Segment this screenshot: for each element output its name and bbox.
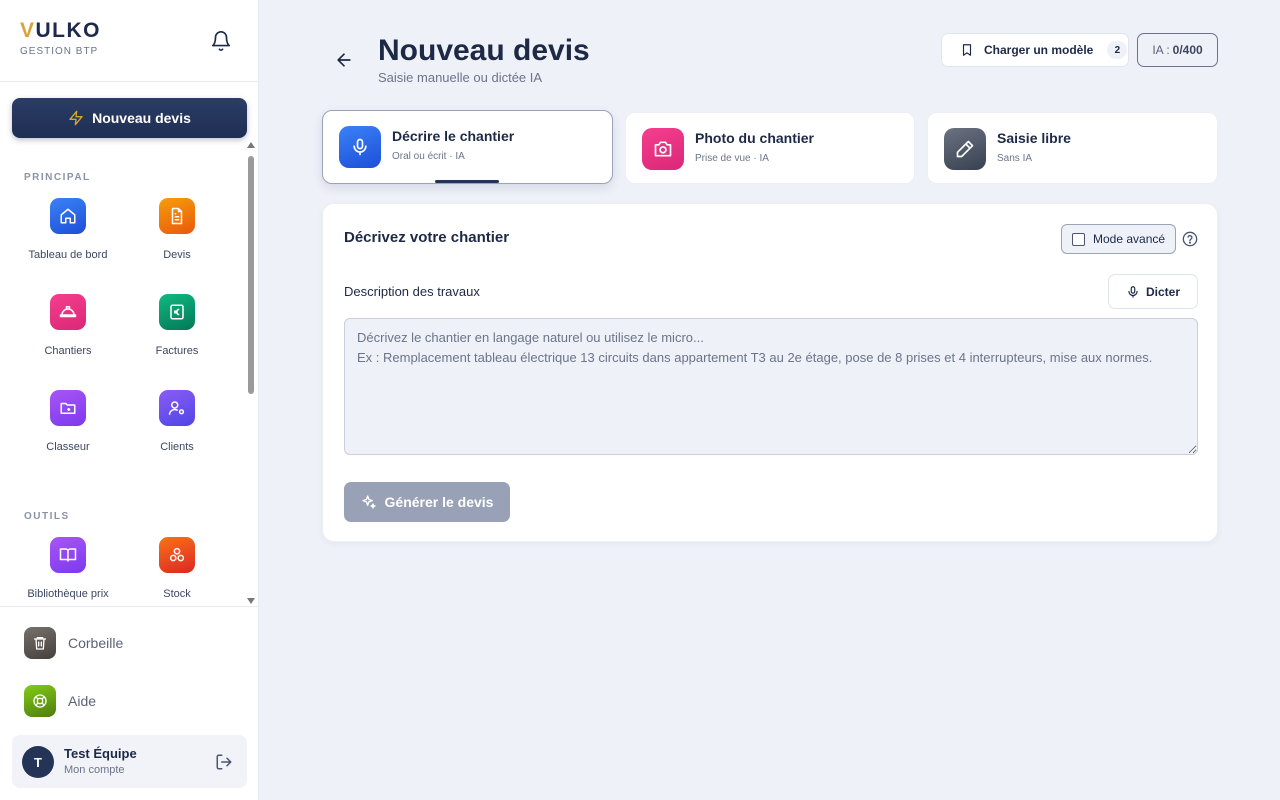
lifebuoy-icon xyxy=(24,685,56,717)
sidebar-item-corbeille[interactable]: Corbeille xyxy=(24,627,123,659)
mode-title: Saisie libre xyxy=(997,130,1071,146)
sidebar-item-label: Bibliothèque prix xyxy=(27,588,109,600)
account-card[interactable]: T Test Équipe Mon compte xyxy=(12,735,247,788)
description-label: Description des travaux xyxy=(344,284,480,299)
advanced-mode-label: Mode avancé xyxy=(1093,232,1166,246)
ia-quota-prefix: IA : xyxy=(1152,43,1170,57)
ia-quota-value: 0/400 xyxy=(1172,43,1203,57)
ia-quota-badge: IA :0/400 xyxy=(1137,33,1218,67)
sidebar-item-dashboard[interactable]: Tableau de bord xyxy=(13,198,123,261)
avatar: T xyxy=(22,746,54,778)
sidebar-item-devis[interactable]: Devis xyxy=(122,198,232,261)
page-subtitle: Saisie manuelle ou dictée IA xyxy=(378,70,543,85)
sidebar-item-label: Devis xyxy=(163,249,191,261)
sidebar-item-label: Stock xyxy=(163,588,191,600)
brand-subtitle: GESTION BTP xyxy=(20,46,99,57)
bell-icon[interactable] xyxy=(210,30,232,52)
home-icon xyxy=(50,198,86,234)
mode-subtitle: Sans IA xyxy=(997,153,1033,164)
scrollbar-thumb[interactable] xyxy=(248,156,254,394)
sparkles-icon xyxy=(361,495,376,509)
brand[interactable]: VULKO GESTION BTP xyxy=(20,19,102,58)
sidebar-item-clients[interactable]: Clients xyxy=(122,390,232,453)
mode-title: Photo du chantier xyxy=(695,130,814,146)
sidebar-item-label: Classeur xyxy=(46,441,90,453)
scroll-down-arrow-icon[interactable] xyxy=(247,598,255,604)
advanced-mode-checkbox[interactable] xyxy=(1072,232,1085,246)
trash-icon xyxy=(24,627,56,659)
scroll-up-arrow-icon[interactable] xyxy=(247,142,255,148)
pencil-icon xyxy=(944,128,986,170)
sidebar-item-chantiers[interactable]: Chantiers xyxy=(13,294,123,357)
user-settings-icon xyxy=(159,390,195,426)
sidebar-item-stock[interactable]: Stock xyxy=(122,537,232,600)
logo: VULKO xyxy=(20,19,102,42)
dictate-label: Dicter xyxy=(1145,284,1180,299)
sidebar-item-label: Corbeille xyxy=(68,635,124,651)
mode-card-describe[interactable]: Décrire le chantier Oral ou écrit · IA xyxy=(322,110,613,184)
back-arrow-icon[interactable] xyxy=(334,50,354,70)
mode-card-free-entry[interactable]: Saisie libre Sans IA xyxy=(927,112,1218,184)
active-mode-indicator xyxy=(435,180,499,183)
divider xyxy=(0,81,259,82)
sidebar-item-label: Factures xyxy=(155,345,199,357)
boxes-icon xyxy=(159,537,195,573)
help-icon[interactable] xyxy=(1182,231,1198,247)
new-quote-label: Nouveau devis xyxy=(92,110,191,126)
bookmark-icon xyxy=(962,44,972,56)
advanced-mode-toggle[interactable]: Mode avancé xyxy=(1061,224,1176,254)
load-model-label: Charger un modèle xyxy=(984,43,1094,57)
divider xyxy=(0,606,259,607)
account-subtitle: Mon compte xyxy=(64,764,125,776)
hard-hat-icon xyxy=(50,294,86,330)
microphone-icon xyxy=(339,126,381,168)
mode-title: Décrire le chantier xyxy=(392,128,515,144)
logout-icon[interactable] xyxy=(215,753,233,771)
new-quote-button[interactable]: Nouveau devis xyxy=(12,98,247,138)
sidebar-item-factures[interactable]: Factures xyxy=(122,294,232,357)
dictate-button[interactable]: Dicter xyxy=(1108,274,1198,309)
sidebar: VULKO GESTION BTP Nouveau devis PRINCIPA… xyxy=(0,0,259,800)
account-name: Test Équipe xyxy=(64,746,137,761)
section-title-outils: OUTILS xyxy=(24,511,70,522)
panel-title: Décrivez votre chantier xyxy=(344,229,510,246)
model-count-badge: 2 xyxy=(1107,41,1128,59)
folder-icon xyxy=(50,390,86,426)
generate-quote-label: Générer le devis xyxy=(384,494,494,510)
sidebar-item-classeur[interactable]: Classeur xyxy=(13,390,123,453)
sidebar-scrollbar[interactable] xyxy=(247,142,255,604)
section-title-principal: PRINCIPAL xyxy=(24,172,91,183)
sidebar-item-aide[interactable]: Aide xyxy=(24,685,96,717)
page-title: Nouveau devis xyxy=(378,34,590,67)
euro-icon xyxy=(159,294,195,330)
description-textarea[interactable] xyxy=(344,318,1198,455)
sidebar-item-label: Clients xyxy=(160,441,194,453)
document-icon xyxy=(159,198,195,234)
mode-subtitle: Oral ou écrit · IA xyxy=(392,151,465,162)
microphone-icon xyxy=(1128,285,1138,298)
mode-subtitle: Prise de vue · IA xyxy=(695,153,769,164)
description-panel: Décrivez votre chantier Mode avancé Desc… xyxy=(322,203,1218,542)
camera-icon xyxy=(642,128,684,170)
generate-quote-button[interactable]: Générer le devis xyxy=(344,482,510,522)
sidebar-item-bibliotheque-prix[interactable]: Bibliothèque prix xyxy=(13,537,123,600)
mode-card-photo[interactable]: Photo du chantier Prise de vue · IA xyxy=(625,112,915,184)
sidebar-item-label: Aide xyxy=(68,693,97,709)
load-model-button[interactable]: Charger un modèle 2 xyxy=(941,33,1129,67)
book-icon xyxy=(50,537,86,573)
lightning-icon xyxy=(69,110,83,126)
sidebar-item-label: Tableau de bord xyxy=(28,249,108,261)
sidebar-item-label: Chantiers xyxy=(44,345,92,357)
